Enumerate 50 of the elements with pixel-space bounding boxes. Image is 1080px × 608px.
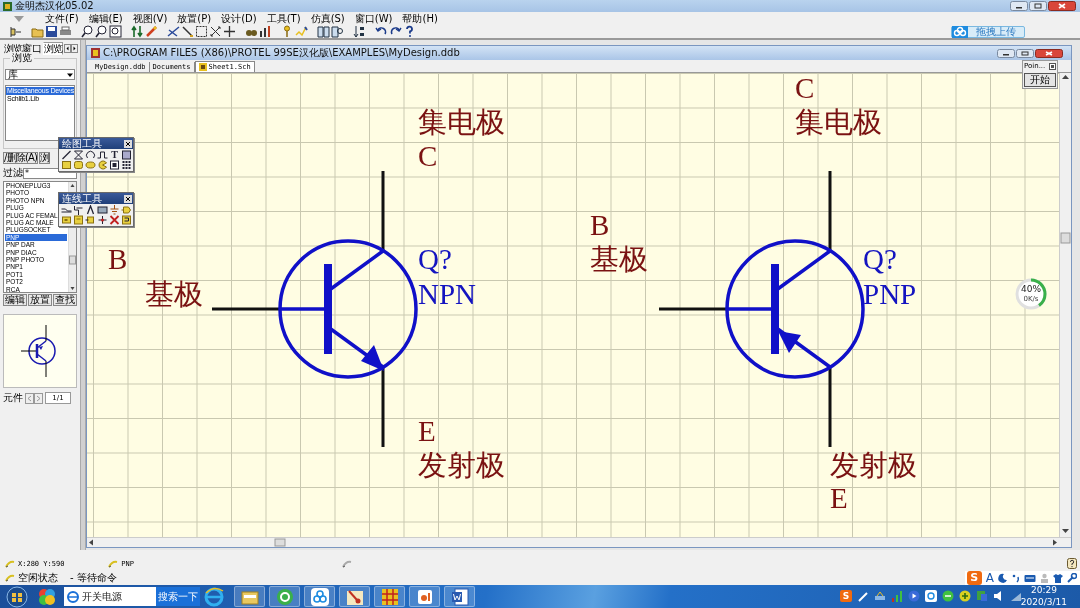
clock-date[interactable]: 2020/3/11 — [1020, 596, 1067, 608]
group-title: 浏览 — [10, 52, 34, 63]
document-title: C:\PROGRAM FILES (X86)\PROTEL 99SE汉化版\EXAMPLES\MyDesign.ddb — [103, 46, 460, 60]
toolbar-titlebar[interactable]: 连线工具 — [59, 193, 133, 204]
menu-item[interactable]: 窗口(W) — [353, 12, 394, 25]
browse-type-dropdown[interactable]: 库 — [5, 69, 75, 80]
menu-item[interactable]: 仿真(S) — [309, 12, 346, 25]
pin-letter: B — [590, 209, 610, 241]
pin-letter: C — [418, 140, 438, 172]
menu-item[interactable]: 放置(P) — [176, 12, 213, 25]
pin-letter: E — [418, 415, 436, 447]
terminal-label: 基极 — [145, 278, 203, 310]
search-button[interactable]: 搜索一下 — [156, 587, 200, 606]
panel-button[interactable]: /删除(A) — [3, 152, 39, 164]
menu-item[interactable]: 文件(F) — [44, 12, 80, 25]
start-button[interactable]: 开始 — [1024, 73, 1056, 87]
terminal-label: 基极 — [590, 243, 648, 275]
designator-label: Q? — [863, 243, 897, 275]
clock-time[interactable]: 20:29 — [1020, 585, 1067, 597]
menu-item[interactable]: 设计(D) — [220, 12, 258, 25]
filter-label: 过滤 — [3, 166, 23, 180]
state-text: 空闲状态 — [18, 571, 58, 585]
menu-item[interactable]: 帮助(H) — [401, 12, 439, 25]
pin-letter: C — [795, 73, 815, 104]
terminal-label: 集电极 — [795, 106, 882, 138]
part-type-label: PNP — [863, 278, 917, 310]
terminal-label: 发射极 — [830, 449, 917, 481]
menu-item[interactable]: 视图(V) — [131, 12, 169, 25]
panel-button[interactable]: 编辑 — [3, 294, 27, 306]
upload-button[interactable]: 拖拽上传 — [951, 25, 1025, 38]
terminal-label: 集电极 — [418, 106, 505, 138]
panel-tab[interactable]: 浏览 — [42, 41, 64, 55]
search-field[interactable]: 开关电源 — [64, 587, 156, 606]
part-label: 元件 — [3, 391, 23, 405]
menu-item[interactable]: 工具(T) — [265, 12, 302, 25]
terminal-label: 发射极 — [418, 449, 505, 481]
font-mode-toggle[interactable]: A — [985, 571, 994, 585]
meter-percent: 40% — [1020, 284, 1042, 294]
toolbar-titlebar[interactable]: 绘图工具 — [59, 138, 133, 149]
menu-item[interactable]: 编辑(E) — [87, 12, 124, 25]
text-tool[interactable]: T — [109, 150, 120, 160]
window-title: 金明杰汉化05.02 — [15, 0, 94, 12]
pin-letter: E — [830, 482, 848, 514]
panel-button[interactable]: 放置 — [28, 294, 52, 306]
panel-button[interactable]: 浏 — [39, 152, 51, 164]
status-message: - 等待命令 — [70, 571, 117, 585]
part-type-label: NPN — [418, 278, 476, 310]
designator-label: Q? — [418, 243, 452, 275]
panel-button[interactable]: 查找 — [53, 294, 77, 306]
pin-letter: B — [108, 243, 128, 275]
